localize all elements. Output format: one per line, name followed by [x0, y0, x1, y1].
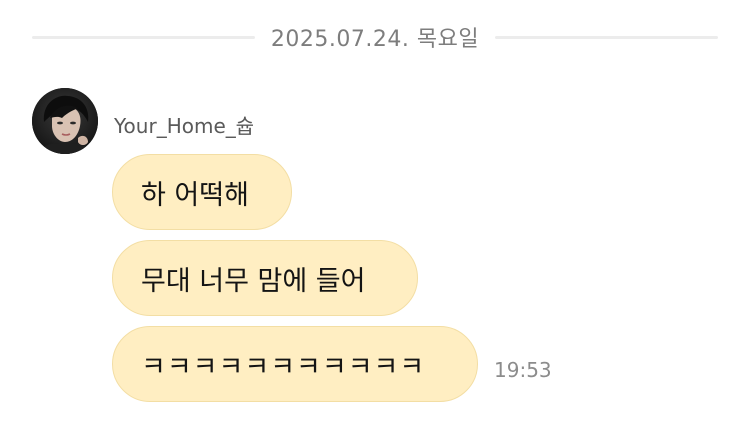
- message-bubble-2[interactable]: 무대 너무 맘에 들어: [112, 240, 418, 316]
- avatar-photo-icon: [32, 88, 98, 154]
- message-bubble-3[interactable]: ㅋㅋㅋㅋㅋㅋㅋㅋㅋㅋㅋ: [112, 326, 478, 402]
- sender-avatar[interactable]: [32, 88, 98, 154]
- message-bubble-1[interactable]: 하 어떡해: [112, 154, 292, 230]
- message-timestamp: 19:53: [494, 358, 552, 382]
- date-divider: 2025.07.24. 목요일: [32, 20, 719, 54]
- date-divider-line-left: [32, 35, 255, 39]
- date-divider-line-right: [495, 35, 719, 39]
- sender-name[interactable]: Your_Home_슙: [114, 110, 254, 139]
- date-label: 2025.07.24. 목요일: [270, 27, 480, 52]
